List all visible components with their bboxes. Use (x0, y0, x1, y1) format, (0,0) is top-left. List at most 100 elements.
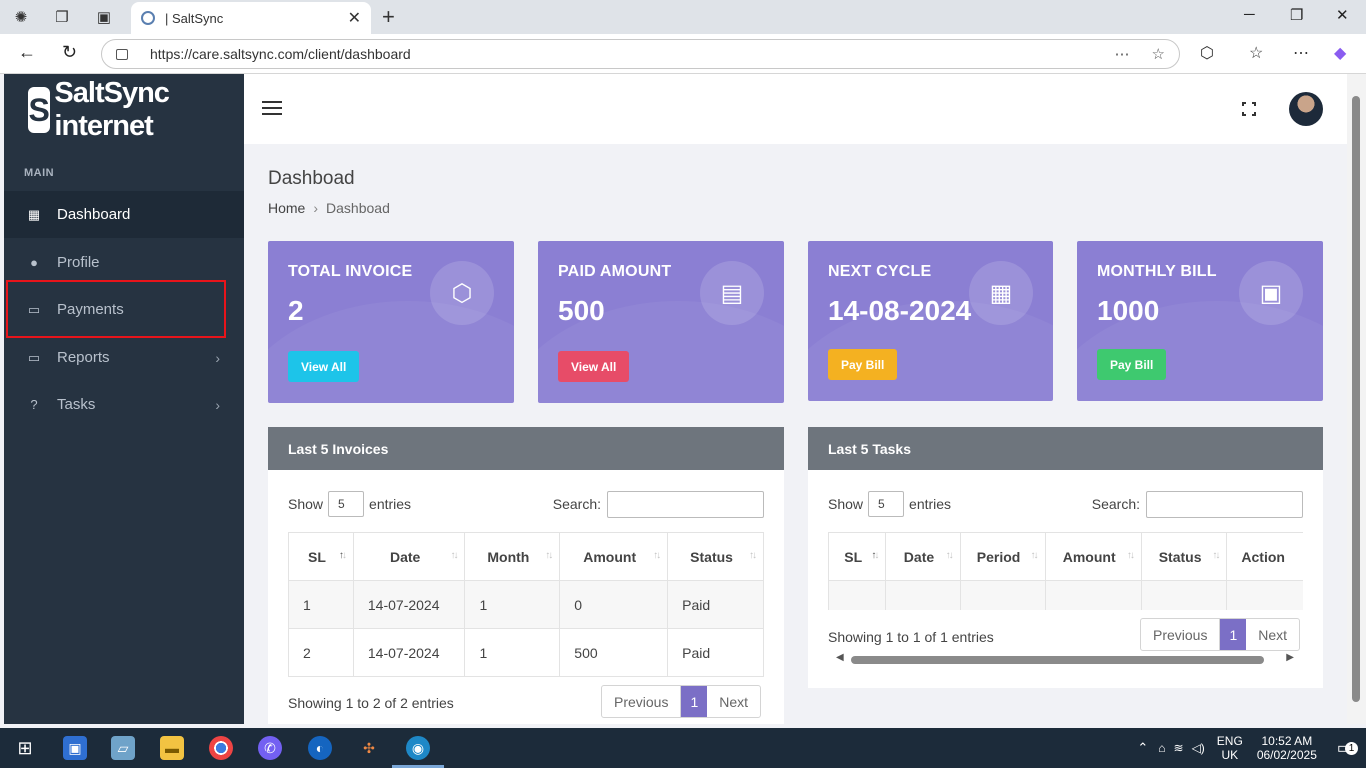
reader-icon[interactable]: ⋯ (1115, 45, 1130, 63)
card-label: MONTHLY BILL (1097, 263, 1217, 280)
edge-icon[interactable]: ◉ (392, 736, 444, 768)
column-header[interactable]: SL ↑↓ (288, 532, 354, 581)
pay-bill-button[interactable]: Pay Bill (828, 349, 898, 380)
clock[interactable]: 10:52 AM 06/02/2025 (1257, 734, 1317, 762)
entries-length-select[interactable]: 5 (328, 491, 365, 517)
workspaces-icon[interactable]: ❐ (51, 6, 73, 28)
browser-tab[interactable]: | SaltSync ✕ (131, 2, 371, 34)
column-header[interactable]: Status ↑↓ (1140, 532, 1228, 581)
chrome-icon[interactable] (209, 736, 233, 760)
sidebar-item-dashboard[interactable]: ▦ Dashboard (4, 191, 244, 238)
language-indicator[interactable]: ENG UK (1217, 734, 1243, 762)
card-value: 500 (558, 295, 605, 326)
card-value: 2 (288, 295, 304, 326)
favorites-icon[interactable]: ☆ (1249, 43, 1263, 63)
app-icon[interactable]: ▱ (111, 736, 135, 760)
column-header[interactable]: Period ↑↓ (959, 532, 1046, 581)
close-tab-icon[interactable]: ✕ (348, 8, 361, 28)
refresh-icon[interactable]: ↻ (62, 42, 77, 63)
fullscreen-icon[interactable] (1241, 101, 1257, 117)
column-header[interactable]: Amount ↑↓ (559, 532, 669, 581)
app-icon[interactable]: ✣ (357, 736, 381, 760)
restore-icon[interactable]: ❐ (1290, 6, 1303, 24)
url-field[interactable]: https://care.saltsync.com/client/dashboa… (101, 39, 1180, 69)
panel-heading: Last 5 Tasks (808, 427, 1323, 470)
previous-page-button[interactable]: Previous (602, 686, 682, 717)
column-header[interactable]: Date ↑↓ (352, 532, 466, 581)
wifi-icon[interactable]: ≋ (1174, 741, 1184, 755)
column-header[interactable]: Amount ↑↓ (1044, 532, 1142, 581)
page-title: Dashboad (268, 168, 355, 189)
logo[interactable]: S SaltSync internet (28, 77, 244, 142)
new-tab-icon[interactable]: + (382, 4, 395, 30)
next-page-button[interactable]: Next (707, 686, 760, 717)
panel-heading: Last 5 Invoices (268, 427, 784, 470)
search-input[interactable] (607, 490, 764, 518)
card-value: 1000 (1097, 295, 1160, 326)
stat-card-monthly-bill: MONTHLY BILL 1000 ▣ Pay Bill (1077, 241, 1323, 401)
table-row: 2 14-07-2024 1 500 Paid (288, 628, 764, 677)
network-icon[interactable]: ⌂ (1158, 741, 1165, 755)
breadcrumb: Home › Dashboad (268, 200, 390, 216)
sidebar-item-label: Tasks (57, 396, 96, 413)
viber-icon[interactable]: ✆ (258, 736, 282, 760)
avatar[interactable] (1289, 92, 1323, 126)
app-icon[interactable]: ▣ (63, 736, 87, 760)
minimize-icon[interactable]: ─ (1244, 6, 1255, 23)
entries-length-select[interactable]: 5 (868, 491, 905, 517)
show-label: Show (288, 496, 324, 512)
search-input[interactable] (1146, 490, 1303, 518)
hamburger-menu-icon[interactable] (262, 101, 282, 115)
notification-badge: 1 (1345, 742, 1358, 755)
money-stack-icon: ▤ (700, 261, 764, 325)
view-all-invoices-button[interactable]: View All (288, 351, 360, 382)
close-window-icon[interactable]: ✕ (1336, 6, 1349, 24)
page-scrollbar[interactable] (1347, 74, 1366, 724)
search-label: Search: (552, 496, 601, 512)
entries-label: entries (369, 496, 412, 512)
chevron-up-icon[interactable]: ⌃ (1137, 740, 1148, 756)
view-all-payments-button[interactable]: View All (558, 351, 630, 382)
column-header[interactable]: SL ↑↓ (828, 532, 887, 581)
page-1-button[interactable]: 1 (681, 686, 708, 717)
sidebar-item-reports[interactable]: ▭ Reports › (4, 334, 244, 381)
extensions-icon[interactable]: ⬡ (1200, 43, 1214, 63)
column-header[interactable]: Month ↑↓ (464, 532, 561, 581)
column-header[interactable]: Date ↑↓ (885, 532, 961, 581)
back-icon[interactable]: ← (18, 42, 36, 63)
app-icon[interactable]: ◐ (308, 736, 332, 760)
next-page-button[interactable]: Next (1246, 619, 1299, 650)
chevron-right-icon: › (215, 349, 220, 366)
horizontal-scrollbar[interactable]: ◀ ▶ (836, 652, 1294, 665)
more-menu-icon[interactable]: ⋯ (1293, 43, 1309, 63)
notification-icon[interactable]: ▭1 (1337, 738, 1358, 758)
search-label: Search: (1091, 496, 1140, 512)
page-1-button[interactable]: 1 (1220, 619, 1247, 650)
table-info: Showing 1 to 2 of 2 entries (288, 695, 454, 711)
menu-section-label: MAIN (24, 167, 55, 179)
sidebar: S SaltSync internet MAIN ▦ Dashboard ● P… (4, 74, 244, 724)
file-explorer-icon[interactable]: ▬ (160, 736, 184, 760)
copilot-icon[interactable]: ◆ (1334, 43, 1346, 63)
table-info: Showing 1 to 1 of 1 entries (828, 629, 994, 645)
profile-icon[interactable]: ✺ (10, 6, 32, 28)
card-label: NEXT CYCLE (828, 263, 932, 280)
stat-card-next-cycle: NEXT CYCLE 14-08-2024 ▦ Pay Bill (808, 241, 1053, 401)
pay-monthly-bill-button[interactable]: Pay Bill (1097, 349, 1167, 380)
volume-icon[interactable]: ◁) (1192, 741, 1205, 755)
column-header: Action (1226, 532, 1303, 581)
windows-start-icon[interactable]: ⊞ (13, 736, 37, 760)
favorite-star-icon[interactable]: ☆ (1152, 45, 1165, 63)
sidebar-item-profile[interactable]: ● Profile (4, 239, 244, 286)
previous-page-button[interactable]: Previous (1141, 619, 1221, 650)
sidebar-item-label: Dashboard (57, 206, 131, 223)
table-controls: Show 5 entries Search: (288, 490, 764, 518)
breadcrumb-home[interactable]: Home (268, 200, 305, 216)
sidebar-item-label: Reports (57, 349, 110, 366)
entries-label: entries (909, 496, 952, 512)
sidebar-item-tasks[interactable]: ? Tasks › (4, 381, 244, 428)
column-header[interactable]: Status ↑↓ (667, 532, 764, 581)
tab-actions-icon[interactable]: ▣ (93, 6, 115, 28)
pagination: Previous 1 Next (1140, 618, 1301, 651)
top-header (244, 74, 1347, 144)
